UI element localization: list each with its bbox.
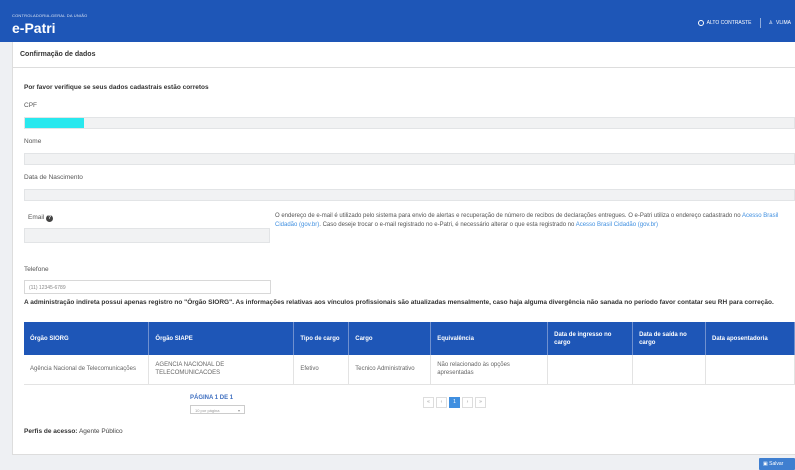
gov-br-link-2[interactable]: Acesso Brasil Cidadão (gov.br) <box>576 222 658 228</box>
top-bar-actions: ALTO CONTRASTE ♙ VLIMA <box>697 18 791 28</box>
email-help-text: O endereço de e-mail é utilizado pelo si… <box>275 212 795 230</box>
per-page-select[interactable]: 10 por página ▾ <box>190 405 245 414</box>
table-header-row: Órgão SIORG Órgão SIAPE Tipo de cargo Ca… <box>24 322 795 355</box>
col-tipo-cargo[interactable]: Tipo de cargo <box>293 322 350 355</box>
cell-orgao-siorg: Agência Nacional de Telecomunicações <box>24 355 150 385</box>
org-name: CONTROLADORIA-GERAL DA UNIÃO <box>12 13 88 18</box>
confirmation-panel: Confirmação de dados <box>12 42 795 454</box>
page-info: PÁGINA 1 DE 1 <box>190 395 234 401</box>
birth-date-field[interactable] <box>24 189 795 201</box>
page-1-button[interactable]: 1 <box>449 397 460 408</box>
cell-orgao-siape: AGENCIA NACIONAL DE TELECOMUNICACOES <box>148 355 295 385</box>
col-data-saida[interactable]: Data de saída no cargo <box>632 322 706 355</box>
save-label: Salvar <box>769 461 784 467</box>
name-label: Nome <box>24 138 42 145</box>
save-button[interactable]: ▣ Salvar <box>759 458 795 470</box>
divider <box>12 454 795 455</box>
first-page-button[interactable]: « <box>423 397 434 408</box>
next-page-button[interactable]: › <box>462 397 473 408</box>
cpf-redaction <box>25 118 84 128</box>
phone-field[interactable]: (11) 12345-6789 <box>24 280 271 294</box>
form-intro: Por favor verifique se seus dados cadast… <box>24 84 209 91</box>
per-page-value: 10 por página <box>195 408 220 413</box>
cpf-label: CPF <box>24 102 37 109</box>
panel-title: Confirmação de dados <box>13 42 795 68</box>
contrast-icon[interactable] <box>697 20 704 26</box>
cell-data-aposentadoria <box>705 355 795 385</box>
col-orgao-siape[interactable]: Órgão SIAPE <box>148 322 295 355</box>
access-profile: Perfis de acesso: Agente Público <box>24 428 123 435</box>
email-field[interactable] <box>24 228 270 243</box>
save-icon: ▣ <box>763 461 768 467</box>
email-help-part2: . Caso deseje trocar o e-mail registrado… <box>319 222 576 228</box>
cell-cargo: Tecnico Administrativo <box>348 355 432 385</box>
contrast-toggle[interactable]: ALTO CONTRASTE <box>707 20 752 26</box>
notice-text: A administração indireta possui apenas r… <box>24 299 774 306</box>
help-icon[interactable]: ? <box>46 215 54 222</box>
email-help-part1: O endereço de e-mail é utilizado pelo si… <box>275 213 742 219</box>
positions-table: Órgão SIORG Órgão SIAPE Tipo de cargo Ca… <box>24 322 795 385</box>
email-label-wrap: Email ? <box>28 214 54 222</box>
cell-equivalencia: Não relacionado às opções apresentadas <box>430 355 549 385</box>
prev-page-button[interactable]: ‹ <box>436 397 447 408</box>
col-equivalencia[interactable]: Equivalência <box>430 322 549 355</box>
col-data-aposentadoria[interactable]: Data aposentadoria <box>705 322 795 355</box>
name-field[interactable] <box>24 153 795 165</box>
cell-tipo-cargo: Efetivo <box>293 355 350 385</box>
user-icon: ♙ <box>768 20 773 26</box>
birth-label: Data de Nascimento <box>24 174 83 181</box>
profile-label: Perfis de acesso: <box>24 428 78 435</box>
cell-data-ingresso <box>547 355 634 385</box>
divider <box>759 18 761 28</box>
email-label: Email <box>28 214 45 221</box>
phone-label: Telefone <box>24 266 49 273</box>
last-page-button[interactable]: » <box>475 397 486 408</box>
cell-data-saida <box>632 355 706 385</box>
table-row: Agência Nacional de Telecomunicações AGE… <box>24 355 795 385</box>
col-data-ingresso[interactable]: Data de ingresso no cargo <box>547 322 634 355</box>
pagination: « ‹ 1 › » <box>423 397 486 408</box>
app-brand[interactable]: e-Patri <box>12 20 56 36</box>
top-bar: CONTROLADORIA-GERAL DA UNIÃO e-Patri ALT… <box>0 0 795 42</box>
cpf-field[interactable] <box>24 117 795 129</box>
chevron-down-icon: ▾ <box>237 408 240 413</box>
col-orgao-siorg[interactable]: Órgão SIORG <box>24 322 150 355</box>
col-cargo[interactable]: Cargo <box>348 322 432 355</box>
user-menu[interactable]: VLIMA <box>776 20 791 26</box>
profile-value: Agente Público <box>78 428 123 435</box>
